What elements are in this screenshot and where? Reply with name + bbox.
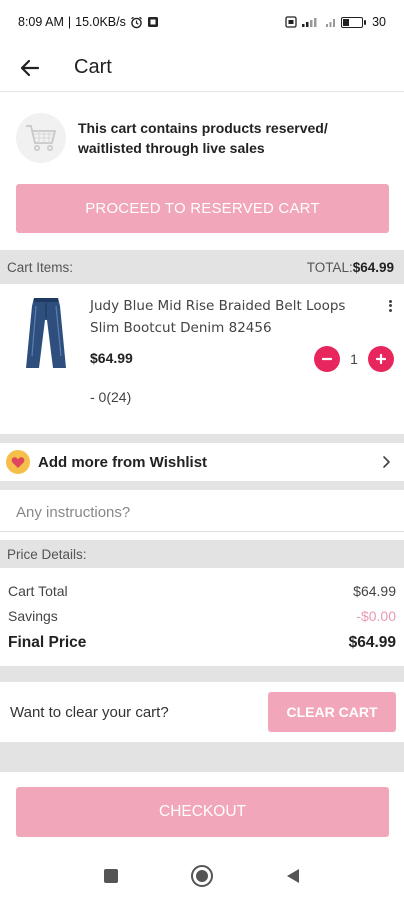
back-button[interactable] xyxy=(0,44,60,92)
sim-icon xyxy=(285,16,297,28)
final-price-label: Final Price xyxy=(8,634,87,651)
clear-cart-row: Want to clear your cart? CLEAR CART xyxy=(0,684,404,740)
signal-icon xyxy=(302,18,317,27)
final-price-value: $64.99 xyxy=(348,634,396,651)
reserved-notice-text: This cart contains products reserved/ wa… xyxy=(78,120,328,156)
status-bar: 8:09 AM | 15.0KB/s 30 xyxy=(0,0,404,44)
product-variant: - 0(24) xyxy=(90,389,132,405)
decrease-quantity-button[interactable] xyxy=(314,346,340,372)
cart-total-row-label: Cart Total xyxy=(8,582,68,599)
quantity-value: 1 xyxy=(350,351,358,367)
savings-value: -$0.00 xyxy=(356,607,396,624)
instructions-input[interactable]: Any instructions? xyxy=(0,494,404,532)
cart-total-label: TOTAL: xyxy=(306,259,353,275)
cart-items-header: Cart Items: TOTAL:$64.99 xyxy=(0,250,404,284)
wishlist-label: Add more from Wishlist xyxy=(38,453,208,471)
price-details: Cart Total $64.99 Savings -$0.00 Final P… xyxy=(8,578,396,658)
savings-row: Savings -$0.00 xyxy=(8,603,396,628)
battery-icon xyxy=(341,16,367,28)
status-bar-left: 8:09 AM | 15.0KB/s xyxy=(18,15,159,29)
savings-label: Savings xyxy=(8,607,58,624)
section-divider xyxy=(0,742,404,772)
section-divider xyxy=(0,434,404,443)
recents-icon[interactable] xyxy=(102,867,120,885)
product-image[interactable] xyxy=(20,296,72,370)
home-icon[interactable] xyxy=(190,864,214,888)
shopping-cart-icon xyxy=(26,125,56,151)
app-bar: Cart xyxy=(0,44,404,92)
final-price-row: Final Price $64.99 xyxy=(8,628,396,658)
clear-cart-question: Want to clear your cart? xyxy=(10,703,169,721)
battery-percent: 30 xyxy=(372,15,386,29)
cart-total-row-value: $64.99 xyxy=(353,582,396,599)
cart-total: TOTAL:$64.99 xyxy=(307,260,394,275)
status-time: 8:09 AM xyxy=(18,15,64,29)
cart-total-row: Cart Total $64.99 xyxy=(8,578,396,603)
section-divider xyxy=(0,666,404,682)
add-from-wishlist-row[interactable]: Add more from Wishlist xyxy=(0,443,404,481)
cart-total-value: $64.99 xyxy=(352,259,394,275)
cart-item: Judy Blue Mid Rise Braided Belt Loops Sl… xyxy=(0,284,404,434)
system-nav-bar xyxy=(0,852,404,900)
status-bar-right: 30 xyxy=(285,15,386,29)
notification-icon xyxy=(147,17,158,27)
chevron-right-icon xyxy=(383,456,390,468)
proceed-to-reserved-cart-button[interactable]: PROCEED TO RESERVED CART xyxy=(16,184,389,233)
increase-quantity-button[interactable] xyxy=(368,346,394,372)
more-options-icon[interactable] xyxy=(386,298,394,314)
product-price: $64.99 xyxy=(90,350,133,366)
alarm-icon xyxy=(130,16,142,28)
plus-icon xyxy=(375,353,387,365)
section-divider xyxy=(0,481,404,490)
network-speed: 15.0KB/s xyxy=(75,15,126,29)
back-nav-icon[interactable] xyxy=(284,867,302,885)
status-separator: | xyxy=(67,15,72,29)
cart-icon-wrapper xyxy=(16,113,66,163)
minus-icon xyxy=(321,357,333,361)
clear-cart-button[interactable]: CLEAR CART xyxy=(268,692,396,732)
arrow-left-icon xyxy=(20,59,40,76)
signal-icon-2 xyxy=(326,19,336,27)
page-title: Cart xyxy=(74,56,112,78)
price-details-header: Price Details: xyxy=(0,540,404,568)
wishlist-heart-icon xyxy=(6,450,30,474)
reserved-notice: This cart contains products reserved/ wa… xyxy=(16,108,388,168)
quantity-stepper: 1 xyxy=(314,346,394,372)
product-name[interactable]: Judy Blue Mid Rise Braided Belt Loops Sl… xyxy=(90,295,370,339)
cart-items-label: Cart Items: xyxy=(7,259,74,275)
checkout-button[interactable]: CHECKOUT xyxy=(16,787,389,837)
